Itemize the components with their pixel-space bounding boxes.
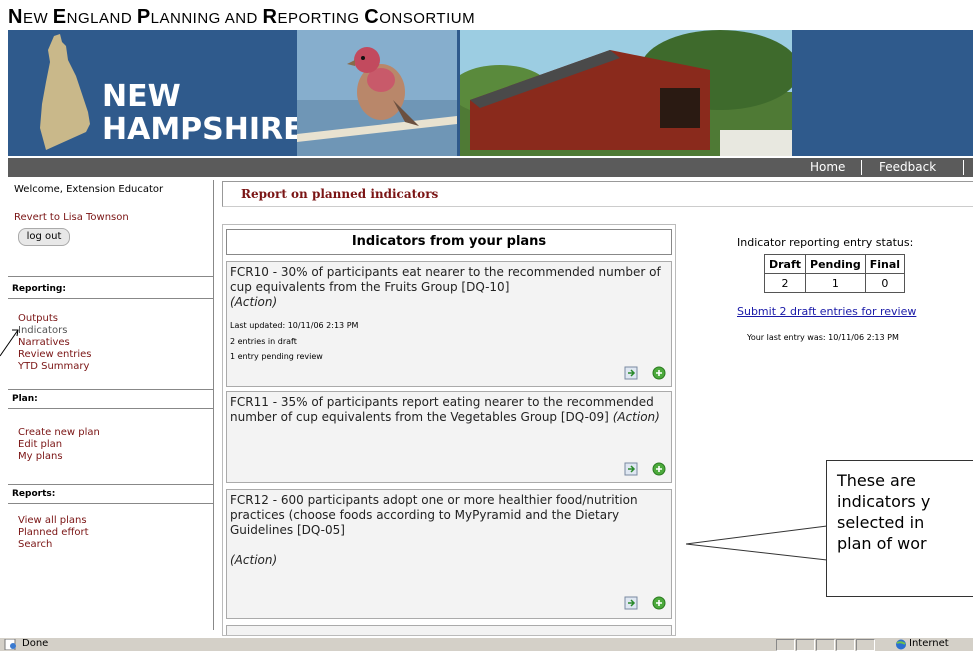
- page-title: Report on planned indicators: [241, 187, 439, 201]
- sidebar-item-planned-effort[interactable]: Planned effort: [18, 527, 88, 539]
- page-icon: [4, 639, 16, 650]
- status-col-draft: Draft: [763, 254, 807, 274]
- sidebar-item-narratives[interactable]: Narratives: [18, 337, 70, 349]
- divider: [8, 503, 213, 504]
- divider: [8, 298, 213, 299]
- status-table: Draft Pending Final 2 1 0: [763, 254, 906, 293]
- indicator-card: FCR12 - 600 participants adopt one or mo…: [226, 489, 672, 619]
- submit-drafts-link[interactable]: Submit 2 draft entries for review: [737, 305, 916, 318]
- sidebar-item-edit-plan[interactable]: Edit plan: [18, 439, 62, 451]
- add-entry-icon[interactable]: [652, 462, 666, 476]
- plans-panel: Indicators from your plans FCR10 - 30% o…: [222, 224, 676, 636]
- sidebar-item-view-all-plans[interactable]: View all plans: [18, 515, 87, 527]
- status-draft-count: 2: [763, 273, 807, 293]
- status-final-count: 0: [864, 273, 906, 293]
- status-label: Indicator reporting entry status:: [737, 236, 914, 249]
- report-entry-icon[interactable]: [624, 596, 638, 610]
- callout-text: These are indicators y selected in plan …: [837, 471, 931, 553]
- report-entry-icon[interactable]: [624, 366, 638, 380]
- report-title-bar: Report on planned indicators: [222, 181, 973, 207]
- nav-divider: [861, 160, 862, 175]
- sidebar-item-create-plan[interactable]: Create new plan: [18, 427, 100, 439]
- new-hampshire-map-icon: [40, 34, 90, 150]
- top-nav: Home Feedback: [8, 158, 973, 177]
- divider: [8, 276, 213, 277]
- report-entry-icon[interactable]: [624, 462, 638, 476]
- revert-user-link[interactable]: Revert to Lisa Townson: [14, 212, 129, 223]
- sidebar-item-outputs[interactable]: Outputs: [18, 313, 58, 325]
- plans-header: Indicators from your plans: [226, 229, 672, 255]
- sidebar-item-indicators[interactable]: Indicators: [18, 325, 67, 337]
- divider: [8, 389, 213, 390]
- add-entry-icon[interactable]: [652, 366, 666, 380]
- state-name: NEW HAMPSHIRE: [102, 79, 304, 147]
- site-header: NEW ENGLAND PLANNING AND REPORTING CONSO…: [0, 0, 973, 177]
- draft-count: 2 entries in draft: [230, 337, 297, 346]
- status-zone: Internet: [909, 638, 949, 649]
- status-col-pending: Pending: [805, 254, 866, 274]
- status-cell: [836, 639, 855, 651]
- sidebar: Welcome, Extension Educator Revert to Li…: [8, 180, 214, 630]
- nav-home-link[interactable]: Home: [810, 160, 845, 174]
- indicator-card: [226, 625, 672, 635]
- last-entry-text: Your last entry was: 10/11/06 2:13 PM: [747, 333, 899, 342]
- logout-button[interactable]: log out: [18, 228, 70, 246]
- consortium-title: NEW ENGLAND PLANNING AND REPORTING CONSO…: [8, 6, 476, 28]
- bird-photo: [297, 30, 457, 156]
- annotation-arrow: [0, 329, 19, 357]
- last-updated: Last updated: 10/11/06 2:13 PM: [230, 321, 359, 330]
- status-cell: [776, 639, 795, 651]
- nav-feedback-link[interactable]: Feedback: [879, 160, 936, 174]
- welcome-text: Welcome, Extension Educator: [14, 184, 164, 195]
- indicator-text: FCR12 - 600 participants adopt one or mo…: [230, 493, 638, 567]
- plan-heading: Plan:: [12, 394, 38, 404]
- indicator-card: FCR11 - 35% of participants report eatin…: [226, 391, 672, 483]
- indicator-text: FCR11 - 35% of participants report eatin…: [230, 395, 660, 424]
- nav-divider: [963, 160, 964, 175]
- indicator-text: FCR10 - 30% of participants eat nearer t…: [230, 265, 661, 309]
- sidebar-item-ytd-summary[interactable]: YTD Summary: [18, 361, 89, 373]
- sidebar-item-my-plans[interactable]: My plans: [18, 451, 63, 463]
- covered-bridge-photo: [460, 30, 792, 156]
- state-banner: NEW HAMPSHIRE: [8, 30, 973, 156]
- status-cell: [856, 639, 875, 651]
- reports-heading: Reports:: [12, 489, 56, 499]
- add-entry-icon[interactable]: [652, 596, 666, 610]
- status-pending-count: 1: [805, 273, 866, 293]
- sidebar-item-search[interactable]: Search: [18, 539, 52, 551]
- callout-box: These are indicators y selected in plan …: [826, 460, 973, 597]
- indicator-card: FCR10 - 30% of participants eat nearer t…: [226, 261, 672, 387]
- status-cell: [816, 639, 835, 651]
- pending-count: 1 entry pending review: [230, 352, 323, 361]
- divider: [8, 408, 213, 409]
- browser-status-bar: Done Internet: [0, 637, 973, 651]
- internet-globe-icon: [896, 639, 906, 650]
- sidebar-item-review-entries[interactable]: Review entries: [18, 349, 92, 361]
- status-done: Done: [22, 638, 49, 649]
- callout-pointer: [686, 525, 828, 561]
- status-cell: [796, 639, 815, 651]
- divider: [8, 484, 213, 485]
- reporting-heading: Reporting:: [12, 284, 66, 294]
- status-col-final: Final: [864, 254, 906, 274]
